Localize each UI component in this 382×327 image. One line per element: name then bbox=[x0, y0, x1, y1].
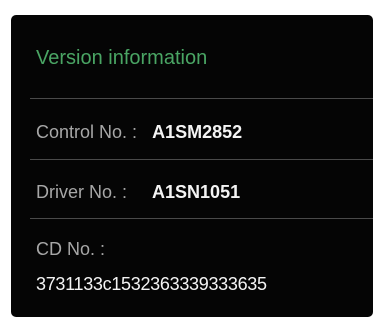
cd-number-value: 3731133c1532363339333635 bbox=[36, 274, 267, 294]
divider bbox=[30, 98, 373, 99]
driver-number-label: Driver No. : bbox=[36, 182, 128, 202]
control-number-value: A1SM2852 bbox=[152, 122, 243, 142]
divider bbox=[30, 159, 373, 160]
driver-number-row: Driver No. : A1SN1051 bbox=[36, 180, 240, 204]
control-number-label: Control No. : bbox=[36, 122, 138, 142]
version-information-panel: Version information Control No. : A1SM28… bbox=[11, 15, 373, 317]
cd-number-label: CD No. : bbox=[36, 239, 106, 259]
panel-title: Version information bbox=[36, 47, 208, 69]
control-number-row: Control No. : A1SM2852 bbox=[36, 120, 242, 144]
driver-number-value: A1SN1051 bbox=[152, 182, 241, 202]
divider bbox=[30, 218, 373, 219]
